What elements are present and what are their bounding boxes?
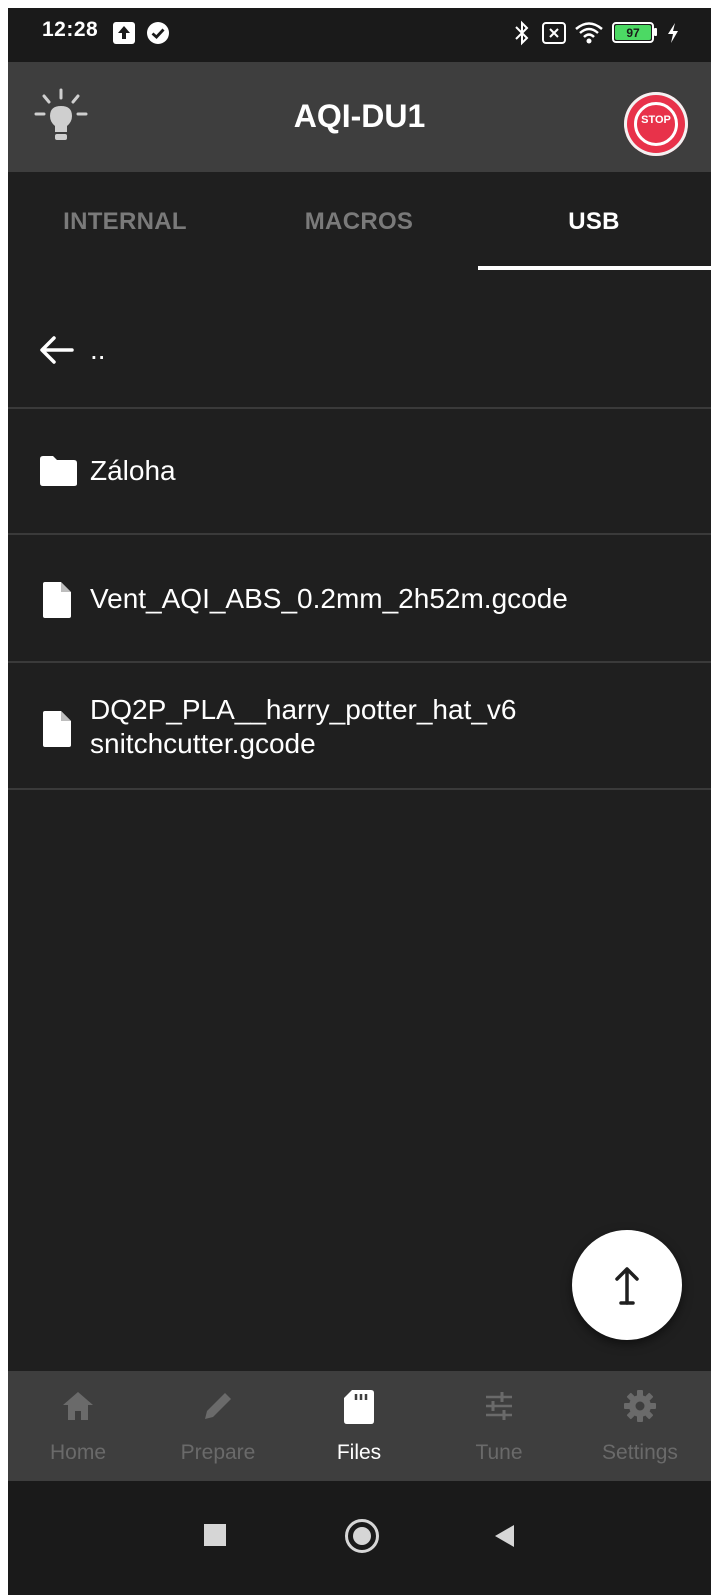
nav-home[interactable]: Home bbox=[8, 1371, 148, 1481]
tab-indicator bbox=[478, 266, 711, 270]
parent-directory-row[interactable]: .. bbox=[8, 283, 711, 409]
folder-name: Záloha bbox=[90, 455, 176, 486]
storage-tabs: INTERNAL MACROS USB bbox=[8, 172, 711, 272]
nav-tune[interactable]: Tune bbox=[429, 1371, 569, 1481]
sd-card-icon bbox=[344, 1390, 374, 1424]
upload-arrow-icon bbox=[615, 1267, 639, 1305]
sim-off-icon bbox=[542, 22, 566, 49]
phone-screen: 12:28 97 AQI-DU1 STOP INTERNAL MACROS US… bbox=[8, 8, 711, 1595]
battery-icon: 97 bbox=[612, 22, 654, 43]
tab-internal[interactable]: INTERNAL bbox=[8, 172, 242, 272]
nav-home-label: Home bbox=[49, 1441, 107, 1464]
file-icon bbox=[42, 710, 72, 755]
sliders-icon bbox=[486, 1392, 512, 1420]
emergency-stop-button[interactable]: STOP bbox=[624, 92, 688, 156]
charging-icon bbox=[666, 22, 680, 49]
upload-notification-icon bbox=[112, 21, 136, 50]
page-title: AQI-DU1 bbox=[293, 98, 426, 134]
parent-directory-label: .. bbox=[90, 334, 106, 365]
recent-apps-icon[interactable] bbox=[204, 1524, 226, 1546]
bottom-navigation: Home Prepare Files Tune Settings bbox=[8, 1371, 711, 1481]
list-item[interactable]: Vent_AQI_ABS_0.2mm_2h52m.gcode bbox=[8, 535, 711, 663]
status-bar: 12:28 97 bbox=[8, 8, 711, 62]
file-name-line1: DQ2P_PLA__harry_potter_hat_v6 bbox=[90, 694, 517, 725]
file-icon bbox=[42, 581, 72, 626]
folder-icon bbox=[38, 455, 78, 494]
list-item[interactable]: Záloha bbox=[8, 407, 711, 535]
list-item[interactable]: DQ2P_PLA__harry_potter_hat_v6 snitchcutt… bbox=[8, 663, 711, 790]
back-triangle-icon[interactable] bbox=[492, 1523, 516, 1554]
back-arrow-icon bbox=[38, 335, 74, 372]
nav-files-label: Files bbox=[336, 1441, 382, 1464]
file-name: Vent_AQI_ABS_0.2mm_2h52m.gcode bbox=[90, 583, 568, 614]
nav-prepare-label: Prepare bbox=[180, 1441, 256, 1464]
status-time: 12:28 bbox=[42, 18, 99, 41]
tab-usb[interactable]: USB bbox=[477, 172, 711, 272]
pencil-icon bbox=[205, 1393, 231, 1419]
nav-tune-label: Tune bbox=[475, 1441, 523, 1464]
wifi-icon bbox=[574, 20, 604, 51]
nav-prepare[interactable]: Prepare bbox=[148, 1371, 288, 1481]
bluetooth-icon bbox=[514, 20, 530, 51]
upload-file-button[interactable] bbox=[572, 1230, 682, 1340]
app-bar: AQI-DU1 STOP bbox=[8, 62, 711, 172]
gear-icon bbox=[624, 1390, 656, 1422]
nav-settings[interactable]: Settings bbox=[570, 1371, 710, 1481]
nav-files[interactable]: Files bbox=[289, 1371, 429, 1481]
stop-label: STOP bbox=[641, 114, 671, 126]
system-navigation-bar bbox=[8, 1481, 711, 1595]
tab-macros[interactable]: MACROS bbox=[242, 172, 476, 272]
nav-settings-label: Settings bbox=[602, 1441, 678, 1464]
check-circle-icon bbox=[146, 21, 170, 50]
file-name: DQ2P_PLA__harry_potter_hat_v6 snitchcutt… bbox=[90, 693, 517, 761]
home-icon bbox=[63, 1392, 93, 1420]
battery-level: 97 bbox=[626, 25, 640, 40]
file-name-line2: snitchcutter.gcode bbox=[90, 728, 316, 759]
